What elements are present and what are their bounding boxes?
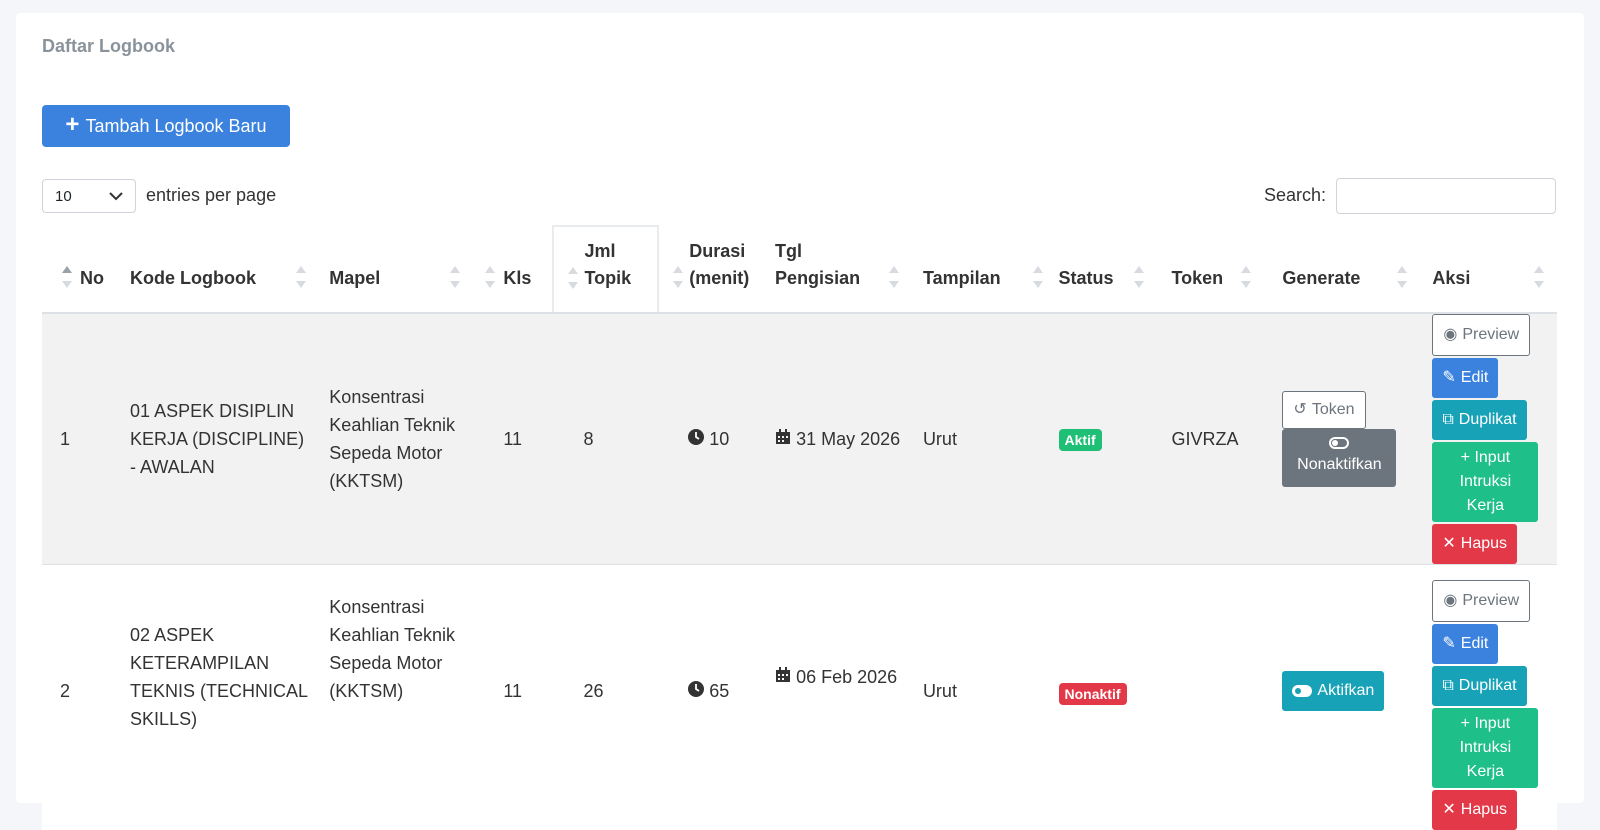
col-header-kls[interactable]: Kls [473, 226, 553, 313]
sort-icon [1534, 266, 1543, 288]
cell-durasi: 10 [658, 313, 765, 565]
eye-icon: ◉ [1443, 321, 1457, 349]
cell-no: 1 [42, 313, 120, 565]
cell-kls: 11 [473, 313, 553, 565]
per-page-label: entries per page [146, 185, 276, 206]
cell-kode: 02 ASPEK KETERAMPILAN TEKNIS (TECHNICAL … [120, 565, 319, 830]
sort-icon [296, 266, 305, 288]
cell-tampilan: Urut [913, 565, 1049, 830]
preview-button[interactable]: ◉Preview [1432, 580, 1530, 622]
col-header-token[interactable]: Token [1161, 226, 1272, 313]
col-header-aksi[interactable]: Aksi [1422, 226, 1557, 313]
sort-icon [673, 266, 682, 288]
toggle-off-icon [1329, 437, 1349, 449]
search-input[interactable] [1336, 178, 1556, 214]
deactivate-button[interactable]: Nonaktifkan [1282, 429, 1396, 487]
col-header-mapel[interactable]: Mapel [319, 226, 473, 313]
history-icon: ↺ [1293, 396, 1306, 424]
copy-icon: ⧉ [1442, 672, 1453, 700]
cell-token: GIVRZA [1161, 313, 1272, 565]
sort-icon [890, 266, 899, 288]
calendar-icon [775, 429, 791, 445]
sort-asc-icon [62, 266, 71, 288]
sort-icon [450, 266, 459, 288]
sort-icon [1397, 266, 1406, 288]
card-title: Daftar Logbook [42, 36, 175, 57]
edit-icon: ✎ [1442, 364, 1455, 392]
chevron-down-icon [109, 191, 123, 201]
input-instruction-button[interactable]: + Input Intruksi Kerja [1432, 708, 1538, 788]
cell-generate: Aktifkan [1272, 565, 1422, 830]
cell-durasi: 65 [658, 565, 765, 830]
sort-icon [568, 267, 577, 289]
cell-kode: 01 ASPEK DISIPLIN KERJA (DISCIPLINE) - A… [120, 313, 319, 565]
table-row: 1 01 ASPEK DISIPLIN KERJA (DISCIPLINE) -… [42, 313, 1557, 565]
table-row: 2 02 ASPEK KETERAMPILAN TEKNIS (TECHNICA… [42, 565, 1557, 830]
eye-icon: ◉ [1443, 587, 1457, 615]
status-badge: Aktif [1059, 429, 1102, 451]
sort-icon [1034, 266, 1043, 288]
cell-generate: ↺ Token Nonaktifkan [1272, 313, 1422, 565]
plus-icon: + [65, 113, 79, 137]
cell-kls: 11 [473, 565, 553, 830]
close-icon: ✕ [1442, 796, 1455, 824]
preview-button[interactable]: ◉Preview [1432, 314, 1530, 356]
col-header-no[interactable]: No [42, 226, 120, 313]
table-header-row: No Kode Logbook Mapel Kls Jml Topik [42, 226, 1557, 313]
cell-tampilan: Urut [913, 313, 1049, 565]
cell-no: 2 [42, 565, 120, 830]
status-badge: Nonaktif [1059, 683, 1127, 705]
logbook-card: Daftar Logbook + Tambah Logbook Baru 10 … [16, 13, 1584, 803]
edit-icon: ✎ [1442, 630, 1455, 658]
col-header-tgl[interactable]: Tgl Pengisian [765, 226, 913, 313]
col-header-durasi[interactable]: Durasi (menit) [658, 226, 765, 313]
delete-button[interactable]: ✕Hapus [1432, 790, 1517, 830]
cell-status: Aktif [1049, 313, 1162, 565]
cell-mapel: Konsentrasi Keahlian Teknik Sepeda Motor… [319, 565, 473, 830]
activate-button[interactable]: Aktifkan [1282, 671, 1384, 711]
plus-icon: + [1461, 715, 1475, 732]
plus-icon: + [1461, 449, 1475, 466]
cell-topik: 26 [553, 565, 658, 830]
col-header-status[interactable]: Status [1049, 226, 1162, 313]
cell-tgl: 06 Feb 2026 [765, 565, 913, 830]
toggle-on-icon [1292, 685, 1312, 697]
close-icon: ✕ [1442, 530, 1455, 558]
logbook-table: No Kode Logbook Mapel Kls Jml Topik [42, 225, 1557, 830]
sort-icon [1241, 266, 1250, 288]
cell-topik: 8 [553, 313, 658, 565]
search-label: Search: [1264, 185, 1326, 206]
sort-icon [485, 266, 494, 288]
cell-status: Nonaktif [1049, 565, 1162, 830]
entries-per-page-select[interactable]: 10 [42, 179, 136, 213]
col-header-generate[interactable]: Generate [1272, 226, 1422, 313]
cell-token [1161, 565, 1272, 830]
duplicate-button[interactable]: ⧉Duplikat [1432, 666, 1526, 706]
generate-token-button[interactable]: ↺ Token [1282, 391, 1365, 429]
sort-icon [1134, 266, 1143, 288]
duplicate-button[interactable]: ⧉Duplikat [1432, 400, 1526, 440]
clock-icon [688, 681, 704, 697]
edit-button[interactable]: ✎Edit [1432, 624, 1498, 664]
cell-aksi: ◉Preview ✎Edit ⧉Duplikat + Input Intruks… [1422, 565, 1557, 830]
clock-icon [688, 429, 704, 445]
add-logbook-label: Tambah Logbook Baru [85, 116, 266, 137]
copy-icon: ⧉ [1442, 406, 1453, 434]
cell-mapel: Konsentrasi Keahlian Teknik Sepeda Motor… [319, 313, 473, 565]
per-page-value: 10 [55, 188, 72, 205]
add-logbook-button[interactable]: + Tambah Logbook Baru [42, 105, 290, 147]
input-instruction-button[interactable]: + Input Intruksi Kerja [1432, 442, 1538, 522]
delete-button[interactable]: ✕Hapus [1432, 524, 1517, 564]
calendar-icon [775, 667, 791, 683]
col-header-kode[interactable]: Kode Logbook [120, 226, 319, 313]
cell-tgl: 31 May 2026 [765, 313, 913, 565]
cell-aksi: ◉Preview ✎Edit ⧉Duplikat + Input Intruks… [1422, 313, 1557, 565]
col-header-topik[interactable]: Jml Topik [553, 226, 658, 313]
edit-button[interactable]: ✎Edit [1432, 358, 1498, 398]
col-header-tampilan[interactable]: Tampilan [913, 226, 1049, 313]
